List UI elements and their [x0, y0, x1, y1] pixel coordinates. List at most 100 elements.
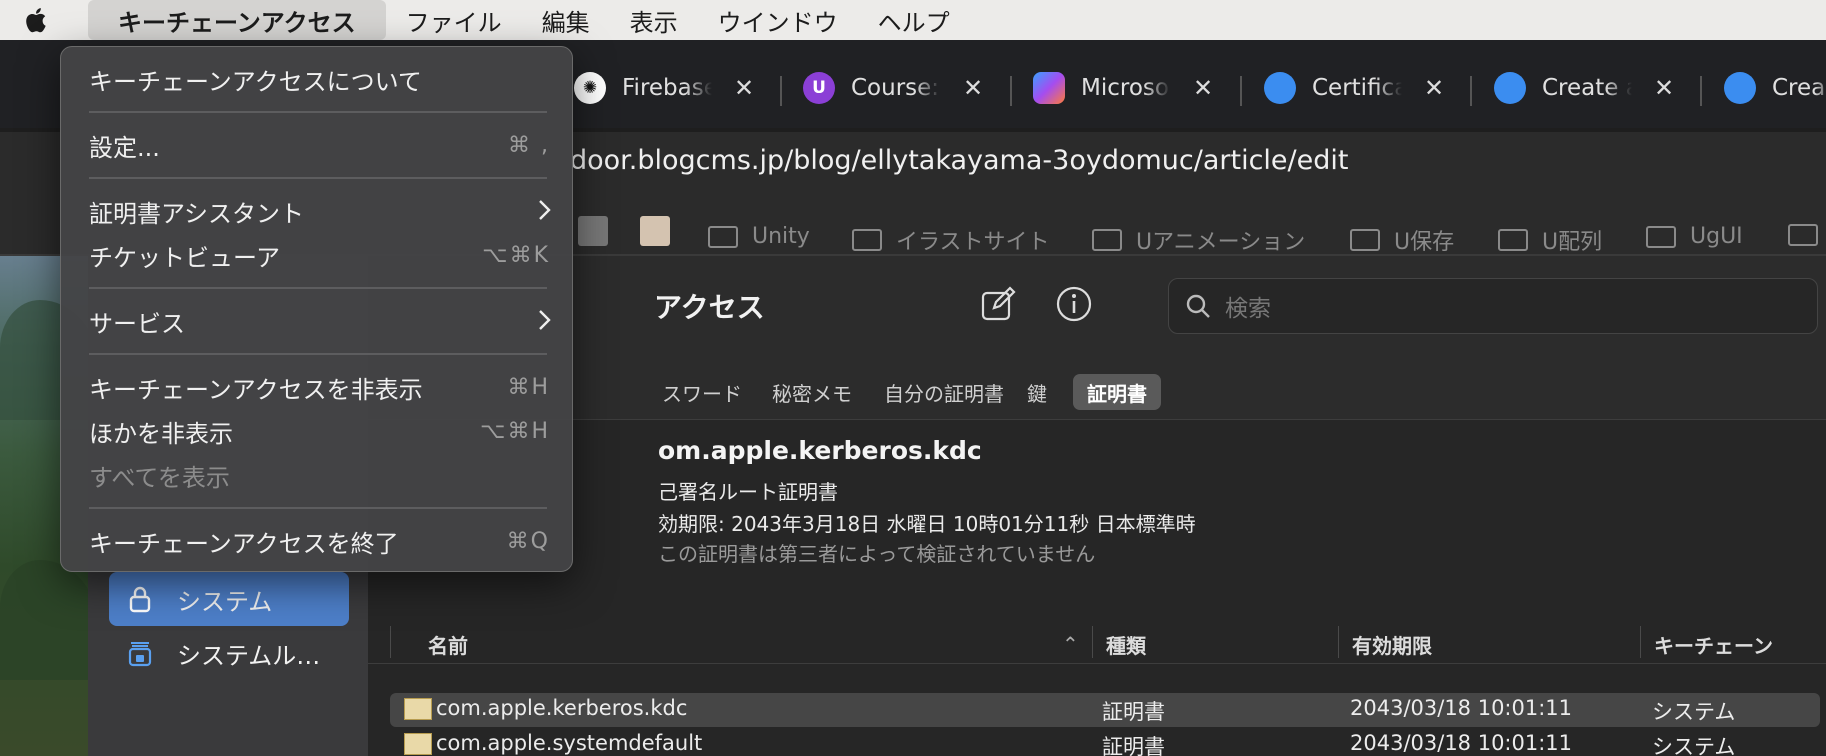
tab-divider	[1010, 76, 1012, 106]
table-row[interactable]: com.apple.systemdefault 証明書 2043/03/18 1…	[390, 728, 1820, 756]
chevron-right-icon	[539, 200, 551, 220]
info-icon[interactable]	[1054, 284, 1094, 324]
row-keychain: システム	[1652, 700, 1736, 724]
detail-kind: 己署名ルート証明書	[658, 480, 838, 504]
column-keychain[interactable]: キーチェーン	[1654, 630, 1773, 659]
close-tab-icon[interactable]: ✕	[1654, 74, 1674, 102]
bookmark-label: U配列	[1542, 230, 1603, 255]
chevron-right-icon	[539, 310, 551, 330]
search-field[interactable]: 検索	[1168, 278, 1818, 334]
menubar-window[interactable]: ウインドウ	[698, 0, 858, 40]
bookmark-label: U保存	[1394, 230, 1455, 255]
tab-divider	[1700, 76, 1702, 106]
bookmark-image-icon[interactable]	[640, 216, 670, 246]
row-name: com.apple.kerberos.kdc	[436, 696, 688, 720]
bookmark-folder[interactable]: Unity	[708, 224, 810, 249]
browser-tab[interactable]: Crea	[1724, 68, 1826, 108]
tab-my-certificates[interactable]: 自分の証明書	[870, 374, 1018, 410]
menu-separator	[89, 507, 547, 509]
menu-item-settings[interactable]: 設定... ⌘ ,	[61, 123, 574, 167]
menu-item-services[interactable]: サービス	[61, 299, 574, 343]
folder-icon	[1788, 224, 1818, 246]
menu-item-label: すべてを表示	[89, 463, 230, 492]
window-title: アクセス	[654, 291, 765, 324]
menu-separator	[89, 287, 547, 289]
copilot-icon	[1033, 72, 1065, 104]
tab-keys[interactable]: 鍵	[1013, 374, 1061, 410]
bookmark-folder[interactable]: Uアニメーション	[1092, 224, 1305, 254]
sidebar-item-label: システム	[177, 587, 273, 616]
menu-item-label: キーチェーンアクセスを終了	[89, 529, 399, 558]
browser-tab[interactable]: Create a ✕	[1494, 68, 1674, 108]
tab-passwords[interactable]: スワード	[648, 374, 756, 410]
menubar-app-menu[interactable]: キーチェーンアクセス	[88, 0, 386, 40]
column-divider	[1640, 626, 1641, 658]
url-text[interactable]: door.blogcms.jp/blog/ellytakayama-3oydom…	[570, 145, 1348, 176]
table-row[interactable]: com.apple.kerberos.kdc 証明書 2043/03/18 10…	[390, 693, 1820, 727]
tab-divider	[780, 76, 782, 106]
detail-expiry: 効期限: 2043年3月18日 水曜日 10時01分11秒 日本標準時	[658, 512, 1196, 536]
menubar-view[interactable]: 表示	[610, 0, 698, 40]
wallpaper-forest	[0, 560, 100, 680]
app-menu-dropdown: キーチェーンアクセスについて 設定... ⌘ , 証明書アシスタント チケットビ…	[60, 46, 573, 572]
column-expires[interactable]: 有効期限	[1352, 630, 1432, 659]
menu-item-hide[interactable]: キーチェーンアクセスを非表示 ⌘H	[61, 365, 574, 409]
close-tab-icon[interactable]: ✕	[734, 74, 754, 102]
locked-cabinet-icon	[128, 642, 152, 667]
tab-secure-notes[interactable]: 秘密メモ	[758, 374, 866, 410]
menubar-edit[interactable]: 編集	[522, 0, 610, 40]
bookmark-label: Unity	[752, 224, 810, 249]
column-kind[interactable]: 種類	[1106, 630, 1146, 659]
sidebar-item-system-roots[interactable]: システムル…	[109, 626, 349, 680]
column-divider	[1338, 626, 1339, 658]
openai-icon: ✺	[574, 72, 606, 104]
bookmark-folder[interactable]: U配列	[1498, 224, 1603, 255]
sort-ascending-icon[interactable]: ⌃	[1062, 632, 1079, 656]
tab-certificates[interactable]: 証明書	[1073, 374, 1161, 410]
row-kind: 証明書	[1102, 700, 1165, 724]
menu-bar: キーチェーンアクセス ファイル 編集 表示 ウインドウ ヘルプ	[0, 0, 1826, 40]
menu-separator	[89, 353, 547, 355]
browser-tab[interactable]: U Course: ✕	[803, 68, 983, 108]
bookmark-label: UgUI	[1690, 224, 1743, 249]
row-kind: 証明書	[1102, 735, 1165, 756]
browser-tab[interactable]: ✺ Firebase ✕	[574, 68, 754, 108]
menubar-help[interactable]: ヘルプ	[858, 0, 970, 40]
column-divider	[390, 626, 391, 658]
certificate-detail: om.apple.kerberos.kdc 己署名ルート証明書 効期限: 204…	[368, 420, 1826, 570]
menu-item-ticket-viewer[interactable]: チケットビューア ⌥⌘K	[61, 233, 574, 277]
bookmark-folder[interactable]	[1788, 224, 1826, 246]
apple-menu-icon[interactable]	[0, 0, 70, 40]
sidebar-item-system[interactable]: システム	[109, 572, 349, 626]
detail-warning: この証明書は第三者によって検証されていません	[658, 542, 1096, 566]
tab-title: Course:	[851, 75, 940, 101]
bookmark-folder[interactable]: U保存	[1350, 224, 1455, 255]
menu-item-certificate-assistant[interactable]: 証明書アシスタント	[61, 189, 574, 233]
compose-icon[interactable]	[978, 284, 1018, 324]
close-tab-icon[interactable]: ✕	[1193, 74, 1213, 102]
menu-item-about[interactable]: キーチェーンアクセスについて	[61, 57, 574, 101]
tab-title: Certifica	[1312, 75, 1402, 101]
udemy-icon: U	[803, 72, 835, 104]
folder-icon	[1350, 229, 1380, 251]
menubar-file[interactable]: ファイル	[386, 0, 522, 40]
tab-title: Crea	[1772, 75, 1826, 101]
bookmark-folder[interactable]: イラストサイト	[852, 224, 1050, 254]
browser-tab[interactable]: Certifica ✕	[1264, 68, 1444, 108]
menu-item-quit[interactable]: キーチェーンアクセスを終了 ⌘Q	[61, 519, 574, 563]
certificate-icon	[404, 698, 432, 720]
keychain-toolbar: アクセス 検索	[368, 256, 1826, 364]
detail-name: om.apple.kerberos.kdc	[658, 436, 982, 465]
browser-tab[interactable]: Microso ✕	[1033, 68, 1213, 108]
bookmark-folder[interactable]: UgUI	[1646, 224, 1743, 249]
column-name[interactable]: 名前	[428, 630, 468, 659]
row-keychain: システム	[1652, 735, 1736, 756]
apple-icon	[1494, 72, 1526, 104]
close-tab-icon[interactable]: ✕	[963, 74, 983, 102]
shortcut-label: ⌘Q	[506, 528, 550, 554]
folder-icon	[1498, 229, 1528, 251]
apple-icon	[1724, 72, 1756, 104]
bookmark-z-icon[interactable]	[578, 216, 608, 246]
menu-item-hide-others[interactable]: ほかを非表示 ⌥⌘H	[61, 409, 574, 453]
close-tab-icon[interactable]: ✕	[1424, 74, 1444, 102]
